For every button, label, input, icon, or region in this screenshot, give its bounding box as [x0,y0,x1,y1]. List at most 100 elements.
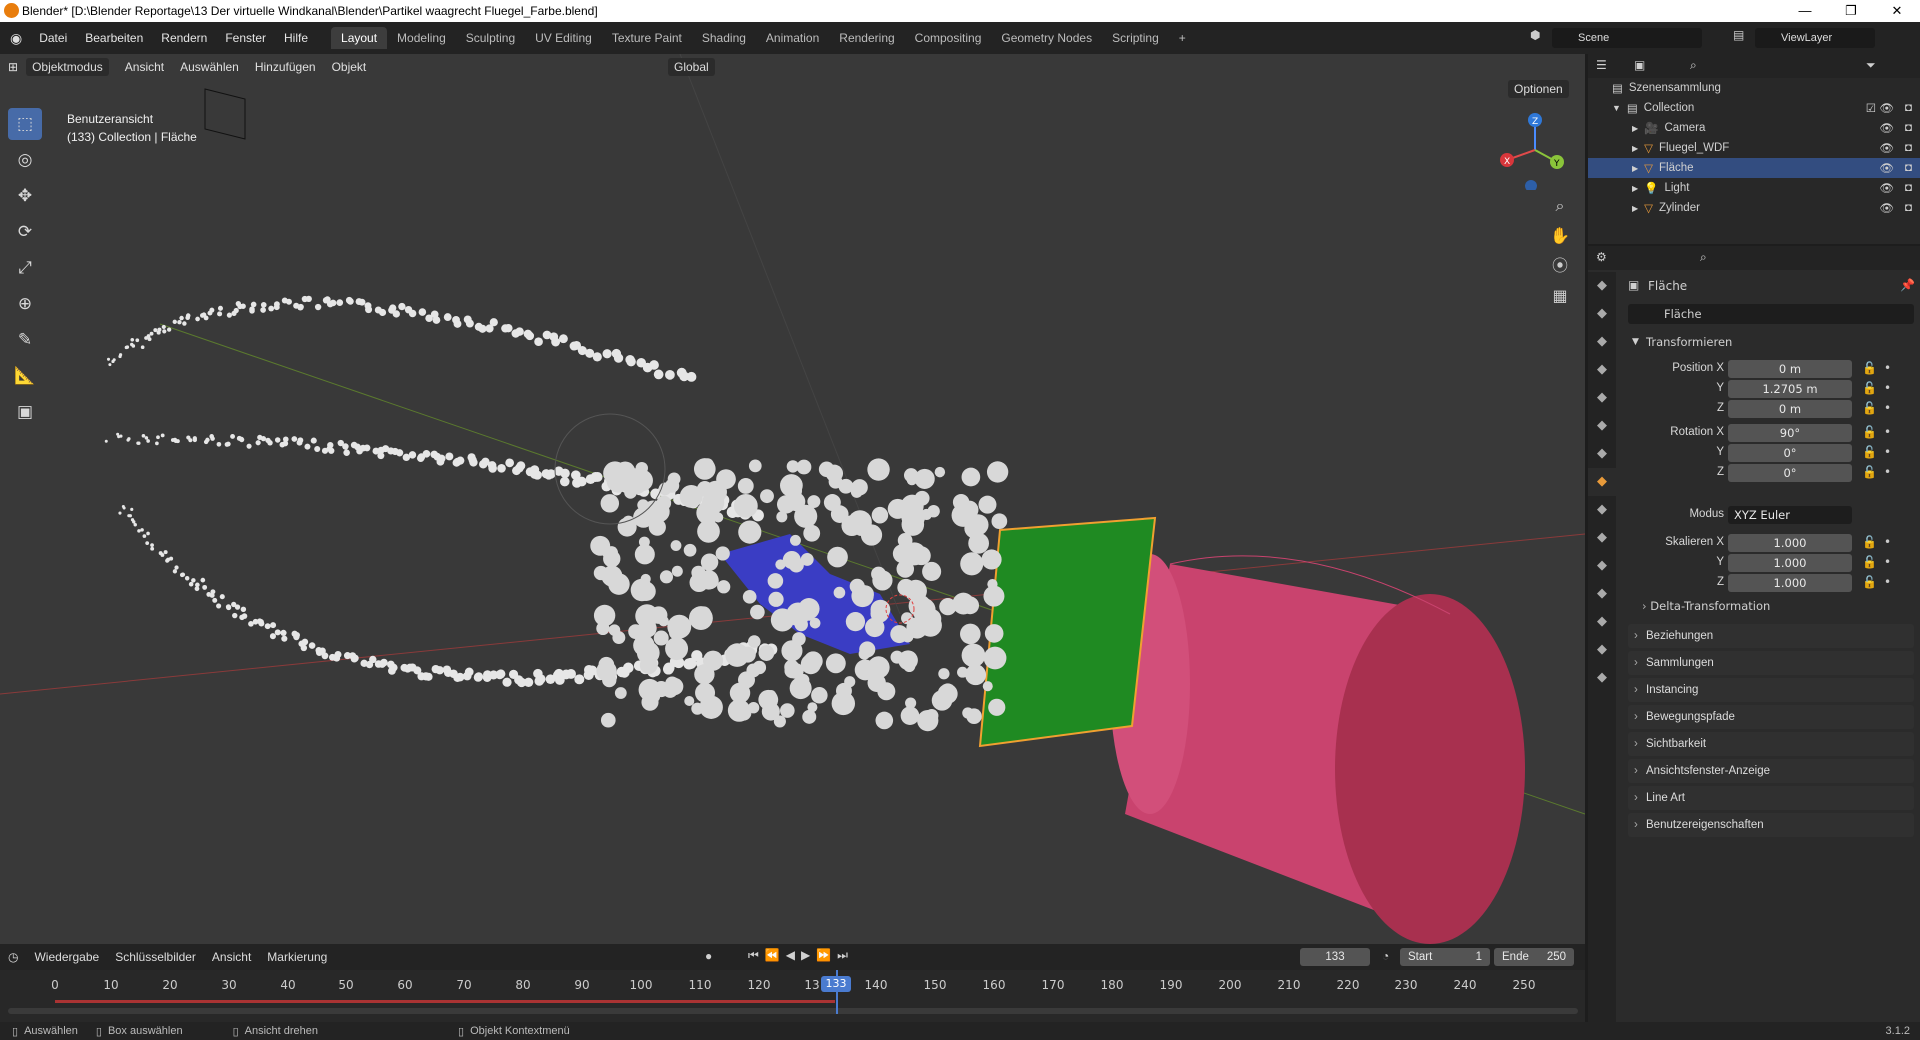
keyframe-dot-icon[interactable]: • [1884,361,1891,375]
navigation-gizmo[interactable]: Z X Y [1495,110,1575,190]
timeline-menu-3[interactable]: Markierung [259,950,335,964]
keyframe-dot-icon[interactable]: • [1884,535,1891,549]
scene-selector[interactable]: Scene [1552,28,1702,48]
annotate-tool-icon[interactable]: ✎ [8,324,42,356]
menu-rendern[interactable]: Rendern [152,31,216,45]
transform-value-field[interactable]: 1.000 [1728,534,1852,552]
render-icon[interactable]: ◘ [1905,162,1912,174]
workspace-tab-11[interactable]: + [1169,27,1196,49]
view-layer-icon[interactable]: ◆ [1588,356,1616,384]
editor-type-icon[interactable]: ⊞ [0,60,26,74]
texture-icon[interactable]: ◆ [1588,664,1616,692]
material-icon[interactable]: ◆ [1588,636,1616,664]
mode-dropdown[interactable]: Objektmodus [26,58,109,76]
visibility-icon[interactable]: 👁 [1879,141,1894,155]
menu-datei[interactable]: Datei [30,31,76,45]
blender-menu-icon[interactable]: ◉ [10,30,22,47]
transform-value-field[interactable]: 90° [1728,424,1852,442]
properties-panel[interactable]: Bewegungspfade [1628,705,1914,729]
menu-hilfe[interactable]: Hilfe [275,31,317,45]
lock-icon[interactable]: 🔓 [1862,575,1877,589]
workspace-tab-4[interactable]: Texture Paint [602,27,692,49]
lock-icon[interactable]: 🔓 [1862,361,1877,375]
lock-icon[interactable]: 🔓 [1862,445,1877,459]
transform-value-field[interactable]: 0° [1728,444,1852,462]
viewport-menu-2[interactable]: Hinzufügen [247,60,324,74]
transform-value-field[interactable]: 1.000 [1728,554,1852,572]
workspace-tab-9[interactable]: Geometry Nodes [991,27,1102,49]
transform-panel-header[interactable]: ▼ Transformieren [1628,330,1914,354]
outliner-editor-icon[interactable]: ☰ [1596,58,1607,72]
rotation-mode-dropdown[interactable]: XYZ Euler [1728,506,1852,524]
object-icon[interactable]: ◆ [1588,468,1616,496]
ortho-grid-icon[interactable]: ▦ [1548,284,1572,308]
render-icon[interactable]: ◘ [1905,202,1912,214]
playback-controls[interactable]: ⏮⏪◀▶⏩⏭ [748,948,854,963]
expand-icon[interactable]: ▶ [1632,124,1638,133]
transform-tool-icon[interactable]: ⊕ [8,288,42,320]
keyframe-dot-icon[interactable]: • [1884,401,1891,415]
timeline-menu-2[interactable]: Ansicht [204,950,259,964]
keyframe-dot-icon[interactable]: • [1884,465,1891,479]
keyframe-dot-icon[interactable]: • [1884,555,1891,569]
workspace-tab-1[interactable]: Modeling [387,27,456,49]
cursor-tool-icon[interactable]: ◎ [8,144,42,176]
viewlayer-selector[interactable]: ViewLayer [1755,28,1875,48]
lock-icon[interactable]: 🔓 [1862,555,1877,569]
options-dropdown[interactable]: Optionen [1508,80,1569,98]
viewport-menu-3[interactable]: Objekt [324,60,375,74]
menu-bearbeiten[interactable]: Bearbeiten [76,31,152,45]
render-icon[interactable]: ◘ [1905,182,1912,194]
orientation-dropdown[interactable]: Global [668,58,715,76]
lock-icon[interactable]: 🔓 [1862,465,1877,479]
output-icon[interactable]: ◆ [1588,328,1616,356]
current-frame-field[interactable]: 133 [1300,948,1370,966]
constraints-icon[interactable]: ◆ [1588,580,1616,608]
expand-icon[interactable]: ▶ [1632,184,1638,193]
visibility-icon[interactable]: 👁 [1879,201,1894,215]
expand-icon[interactable]: ▶ [1632,204,1638,213]
properties-panel[interactable]: Sichtbarkeit [1628,732,1914,756]
data-icon[interactable]: ◆ [1588,608,1616,636]
measure-tool-icon[interactable]: 📐 [8,360,42,392]
playhead-label[interactable]: 133 [821,976,851,992]
keyframe-dot-icon[interactable]: • [1884,445,1891,459]
record-icon[interactable]: ● [705,949,712,963]
outliner-item[interactable]: ▶ ▽ Fluegel_WDF 👁 ◘ [1588,138,1920,158]
display-mode-icon[interactable]: ▣ [1634,58,1645,72]
visibility-icon[interactable]: 👁 [1879,161,1894,175]
visibility-icon[interactable]: 👁 [1879,121,1894,135]
search-icon[interactable]: ⌕ [1690,58,1697,73]
filter-icon[interactable]: ⏷ [1866,58,1876,73]
workspace-tab-10[interactable]: Scripting [1102,27,1169,49]
workspace-tab-0[interactable]: Layout [331,27,388,49]
tool-icon[interactable]: ◆ [1588,272,1616,300]
properties-panel[interactable]: Beziehungen [1628,624,1914,648]
world-icon[interactable]: ◆ [1588,412,1616,440]
particles-icon[interactable]: ◆ [1588,524,1616,552]
close-button[interactable]: ✕ [1874,0,1920,22]
end-frame-field[interactable]: Ende 250 [1494,948,1574,966]
physics-icon[interactable]: ◆ [1588,552,1616,580]
viewport-menu-0[interactable]: Ansicht [117,60,172,74]
scale-tool-icon[interactable]: ⤢ [8,252,42,284]
restore-button[interactable]: ❐ [1828,0,1874,22]
pan-hand-icon[interactable]: ✋ [1548,224,1572,248]
collection-icon[interactable]: ◆ [1588,440,1616,468]
visibility-icon[interactable]: 👁 [1879,181,1894,195]
timeline-menu-0[interactable]: Wiedergabe [26,950,107,964]
add-cube-tool-icon[interactable]: ▣ [8,396,42,428]
transform-value-field[interactable]: 0 m [1728,400,1852,418]
outliner-scene-collection[interactable]: ▤ Szenensammlung [1588,78,1920,98]
object-datablock-field[interactable]: Fläche [1628,304,1914,324]
workspace-tab-3[interactable]: UV Editing [525,27,602,49]
render-icon[interactable]: ◘ [1905,122,1912,134]
outliner-item[interactable]: ▶ ▽ Fläche 👁 ◘ [1588,158,1920,178]
workspace-tab-8[interactable]: Compositing [905,27,992,49]
properties-panel[interactable]: Benutzereigenschaften [1628,813,1914,837]
expand-icon[interactable]: ▶ [1632,144,1638,153]
transform-value-field[interactable]: 1.2705 m [1728,380,1852,398]
lock-icon[interactable]: 🔓 [1862,381,1877,395]
outliner-item[interactable]: ▶ 🎥 Camera 👁 ◘ [1588,118,1920,138]
camera-view-icon[interactable]: ⦿ [1548,254,1572,278]
